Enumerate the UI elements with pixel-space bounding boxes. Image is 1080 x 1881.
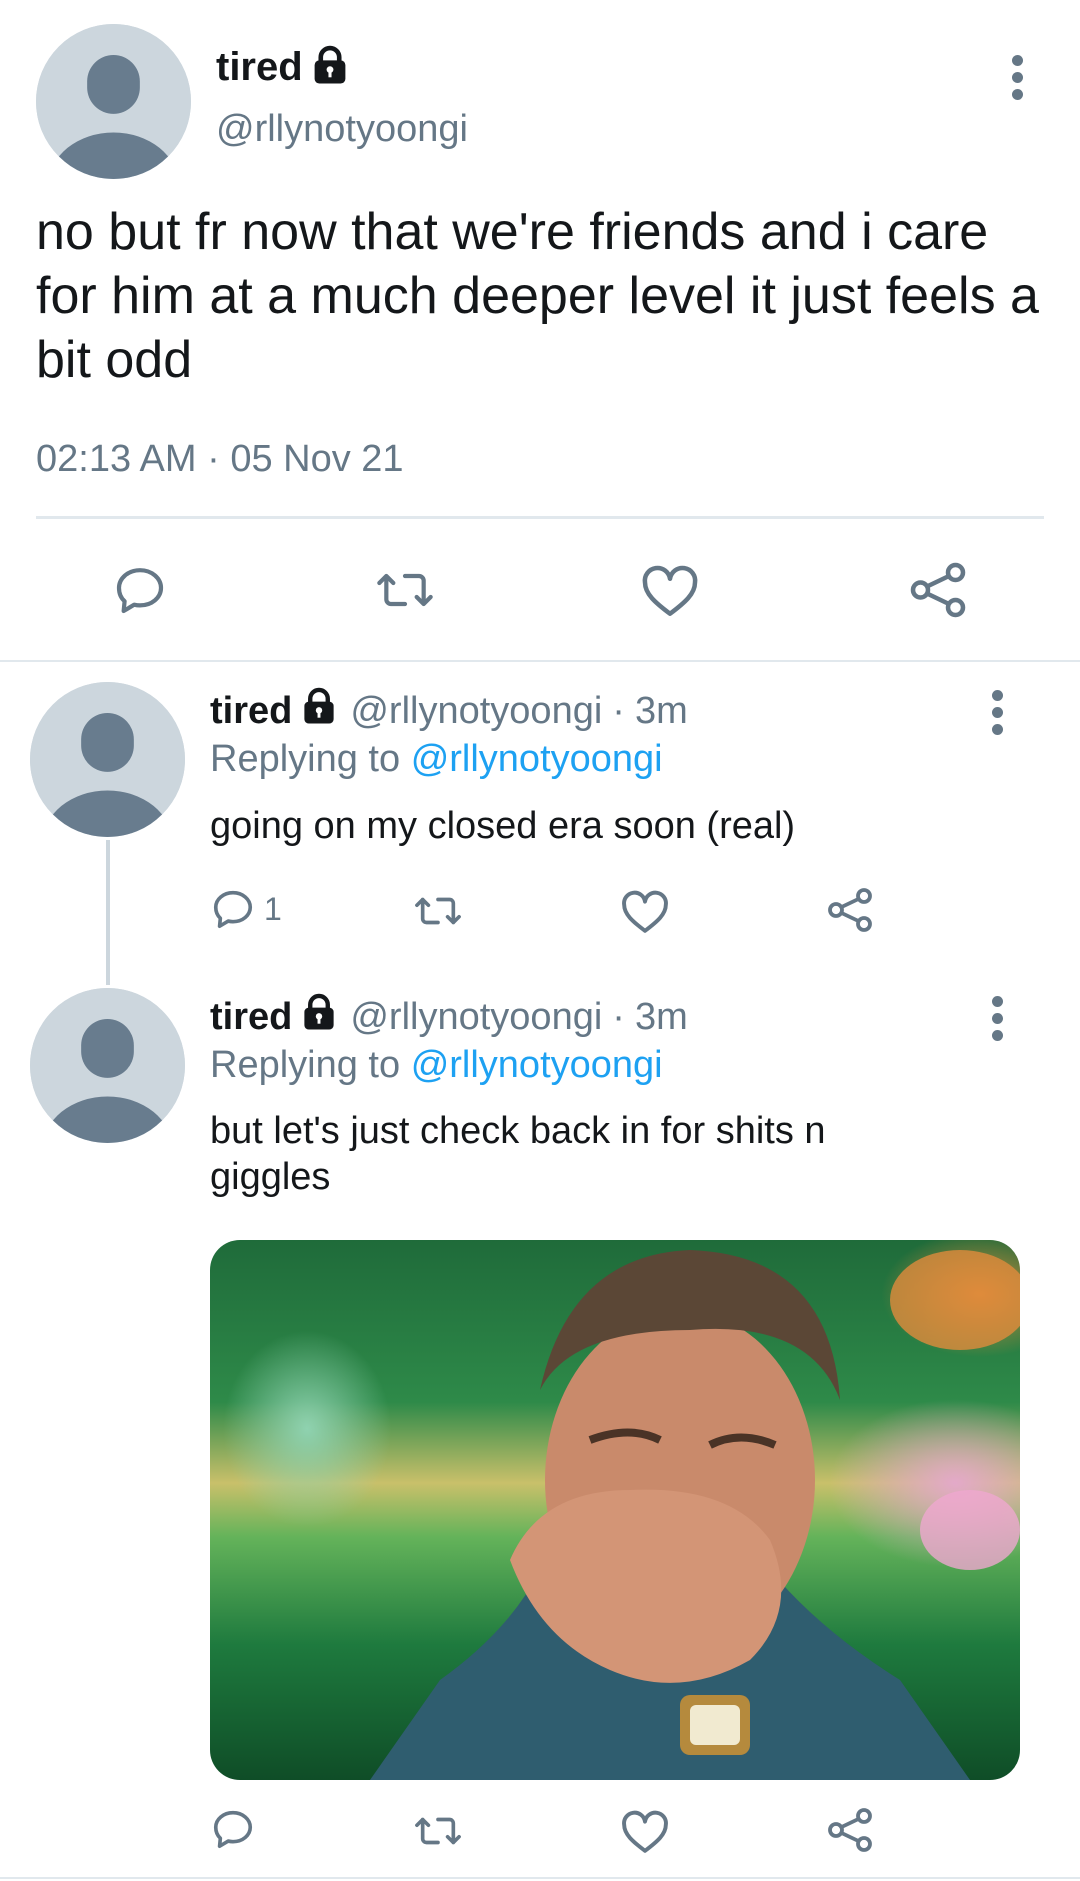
section-divider bbox=[0, 660, 1080, 662]
like-icon bbox=[622, 890, 668, 933]
replying-to-link[interactable]: @rllynotyoongi bbox=[411, 1044, 663, 1086]
share-button[interactable] bbox=[908, 560, 968, 620]
default-avatar-icon bbox=[30, 988, 185, 1143]
more-options-button[interactable] bbox=[982, 690, 1012, 735]
reply-text: but let's just check back in for shits n… bbox=[210, 1110, 826, 1198]
replying-to-label: Replying to bbox=[210, 1044, 401, 1086]
more-vertical-icon bbox=[1011, 55, 1023, 66]
avatar[interactable] bbox=[30, 682, 185, 837]
retweet-icon bbox=[415, 1817, 461, 1845]
reply-button[interactable]: 1 bbox=[210, 886, 282, 932]
bottom-divider bbox=[0, 1877, 1080, 1879]
like-button[interactable] bbox=[620, 888, 670, 934]
display-name[interactable]: tired bbox=[210, 996, 292, 1039]
display-name[interactable]: tired bbox=[210, 690, 292, 733]
retweet-button[interactable] bbox=[412, 1808, 464, 1854]
like-button[interactable] bbox=[640, 562, 700, 618]
share-button[interactable] bbox=[826, 1806, 874, 1854]
handle[interactable]: @rllynotyoongi bbox=[216, 108, 468, 151]
handle[interactable]: @rllynotyoongi bbox=[350, 690, 602, 733]
share-icon bbox=[828, 1808, 872, 1852]
like-button[interactable] bbox=[620, 1808, 670, 1854]
more-options-button[interactable] bbox=[982, 996, 1012, 1041]
lock-icon bbox=[300, 993, 338, 1041]
reply-age: 3m bbox=[634, 995, 688, 1038]
like-icon bbox=[642, 565, 698, 616]
share-button[interactable] bbox=[826, 886, 874, 934]
thread-connector bbox=[106, 840, 110, 985]
retweet-icon bbox=[415, 897, 461, 925]
reply-icon bbox=[213, 890, 253, 929]
replying-to-line: Replying to @rllynotyoongi bbox=[210, 738, 663, 781]
reply-age: 3m bbox=[634, 689, 688, 732]
replying-to-line: Replying to @rllynotyoongi bbox=[210, 1044, 663, 1087]
more-vertical-icon bbox=[991, 690, 1003, 701]
retweet-button[interactable] bbox=[412, 888, 464, 934]
separator: · bbox=[612, 995, 625, 1038]
reply-header: tired @rllynotyoongi · 3m bbox=[210, 993, 688, 1041]
separator: · bbox=[612, 689, 625, 732]
handle[interactable]: @rllynotyoongi bbox=[350, 996, 602, 1039]
default-avatar-icon bbox=[30, 682, 185, 837]
display-name[interactable]: tired bbox=[216, 45, 303, 90]
reply-header: tired @rllynotyoongi · 3m bbox=[210, 687, 688, 735]
avatar[interactable] bbox=[36, 24, 191, 179]
divider bbox=[36, 516, 1044, 519]
reply-icon bbox=[116, 568, 164, 614]
laughing-man-image bbox=[370, 1250, 1020, 1780]
more-vertical-icon bbox=[991, 996, 1003, 1007]
share-icon bbox=[828, 888, 872, 932]
lock-icon bbox=[311, 45, 349, 90]
reply-button[interactable] bbox=[112, 562, 168, 618]
avatar[interactable] bbox=[30, 988, 185, 1143]
like-icon bbox=[622, 1810, 668, 1853]
lock-icon bbox=[300, 687, 338, 735]
share-icon bbox=[910, 562, 966, 618]
reply-text: going on my closed era soon (real) bbox=[210, 805, 796, 847]
replying-to-link[interactable]: @rllynotyoongi bbox=[411, 738, 663, 780]
more-options-button[interactable] bbox=[1002, 55, 1032, 100]
retweet-icon bbox=[377, 573, 433, 607]
gif-image[interactable] bbox=[210, 1240, 1020, 1780]
replying-to-label: Replying to bbox=[210, 738, 401, 780]
reply-button[interactable] bbox=[210, 1806, 264, 1852]
retweet-button[interactable] bbox=[374, 562, 436, 618]
tweet-timestamp: 02:13 AM · 05 Nov 21 bbox=[36, 438, 404, 480]
reply-count: 1 bbox=[264, 890, 282, 927]
reply-icon bbox=[213, 1810, 253, 1849]
default-avatar-icon bbox=[36, 24, 191, 179]
tweet-text: no but fr now that we're friends and i c… bbox=[36, 203, 1039, 389]
author-line: tired bbox=[216, 42, 349, 92]
